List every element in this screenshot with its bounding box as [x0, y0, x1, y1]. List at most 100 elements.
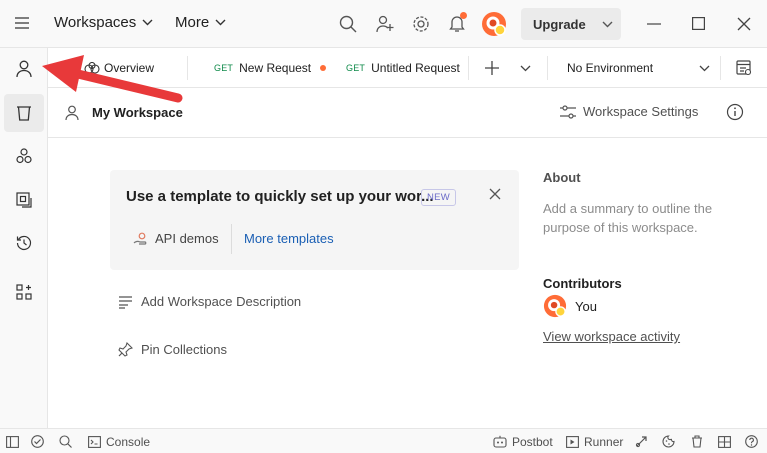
close-window-icon[interactable] [737, 17, 751, 31]
workspace-settings-label: Workspace Settings [583, 104, 699, 119]
unsaved-changes-dot [320, 65, 327, 71]
workspace-header: My Workspace Workspace Settings [48, 88, 767, 138]
sidebar-configure-button[interactable] [4, 273, 44, 311]
settings-gear-icon[interactable] [412, 15, 430, 33]
workspace-settings-button[interactable]: Workspace Settings [560, 104, 698, 119]
cookies-icon[interactable] [662, 429, 675, 453]
pin-collections-label: Pin Collections [141, 342, 227, 357]
postbot-icon [493, 435, 507, 448]
upgrade-button-label: Upgrade [533, 16, 586, 32]
workspaces-menu[interactable]: Workspaces [54, 14, 153, 31]
tab-overview[interactable]: Overview [84, 48, 154, 88]
postbot-label: Postbot [512, 434, 553, 449]
notifications-bell-icon[interactable] [448, 12, 467, 33]
tab-label: New Request [239, 61, 312, 75]
http-method-badge: GET [346, 63, 366, 73]
new-tab-plus-icon[interactable] [485, 48, 499, 88]
sidebar [0, 48, 48, 428]
sidebar-environments-button[interactable] [4, 181, 44, 219]
pin-collections-button[interactable]: Pin Collections [118, 342, 227, 357]
capture-requests-icon[interactable] [635, 429, 648, 453]
tab-divider [468, 56, 469, 80]
runner-play-icon [566, 435, 579, 448]
maximize-window-icon[interactable] [692, 17, 705, 30]
add-description-label: Add Workspace Description [141, 294, 302, 309]
chevron-down-icon [699, 65, 710, 72]
text-lines-icon [119, 295, 132, 309]
tab-divider [187, 56, 188, 80]
user-icon [16, 60, 32, 78]
console-icon [88, 435, 101, 448]
card-divider [231, 224, 232, 254]
hamburger-menu-icon[interactable] [14, 16, 30, 30]
avatar[interactable] [481, 11, 507, 37]
page-title: My Workspace [92, 105, 183, 120]
invite-user-icon[interactable] [376, 15, 394, 33]
user-icon [65, 105, 79, 121]
environment-selector[interactable]: No Environment [567, 48, 710, 88]
request-tab-bar: Overview GET New Request GET Untitled Re… [48, 48, 767, 88]
tab-overflow-chevron-down-icon[interactable] [520, 48, 531, 88]
chevron-down-icon [215, 19, 226, 26]
console-label: Console [106, 434, 151, 449]
tab-new-request[interactable]: GET New Request [214, 48, 327, 88]
more-templates-link[interactable]: More templates [244, 231, 334, 246]
sidebar-history-button[interactable] [4, 224, 44, 262]
contributor-row: You [543, 294, 597, 318]
info-icon[interactable] [726, 103, 744, 121]
environment-selector-label: No Environment [567, 61, 654, 75]
runner-label: Runner [584, 434, 624, 449]
postman-window: Workspaces More Upgrade Overview GET New… [0, 0, 767, 453]
tab-label: Untitled Request [371, 61, 460, 75]
trash-icon[interactable] [691, 429, 703, 453]
contributor-name: You [575, 298, 597, 314]
close-icon[interactable] [489, 188, 501, 200]
help-question-icon[interactable] [745, 429, 758, 453]
notification-dot [460, 12, 467, 19]
status-bar: Console Postbot Runner [0, 428, 767, 453]
sidebar-apis-button[interactable] [4, 137, 44, 175]
environment-icon [16, 192, 32, 208]
avatar [543, 294, 567, 318]
title-bar: Workspaces More Upgrade [0, 0, 767, 48]
tab-label: Overview [104, 61, 155, 75]
contributors-heading: Contributors [543, 276, 622, 291]
postbot-button[interactable]: Postbot [493, 429, 553, 453]
more-templates-label: More templates [244, 231, 334, 246]
chevron-down-icon [142, 19, 153, 26]
runner-button[interactable]: Runner [566, 429, 623, 453]
upgrade-button[interactable]: Upgrade [521, 8, 621, 40]
environment-quick-look-icon[interactable] [736, 48, 752, 88]
view-workspace-activity-link[interactable]: View workspace activity [543, 329, 680, 344]
template-card: Use a template to quickly set up your wo… [110, 170, 519, 270]
sidebar-profile-button[interactable] [4, 50, 44, 88]
template-card-title: Use a template to quickly set up your wo… [126, 188, 434, 205]
http-method-badge: GET [214, 63, 234, 73]
tab-untitled-request[interactable]: GET Untitled Request [346, 48, 460, 88]
add-workspace-description-button[interactable]: Add Workspace Description [118, 294, 301, 309]
workspace-summary-field[interactable]: Add a summary to outline the purpose of … [543, 199, 713, 237]
api-demos-link[interactable]: API demos [133, 231, 219, 246]
tab-divider [720, 56, 721, 80]
sidebar-collections-button[interactable] [4, 94, 44, 132]
apis-icon [16, 148, 32, 164]
find-search-icon[interactable] [59, 429, 72, 453]
grid-plus-icon [16, 284, 32, 300]
sliders-icon [560, 104, 576, 119]
console-button[interactable]: Console [88, 429, 150, 453]
api-demos-label: API demos [155, 231, 219, 246]
new-badge: NEW [421, 189, 457, 206]
online-status-check-icon[interactable] [31, 429, 44, 453]
chevron-down-icon [602, 21, 613, 28]
hand-icon [133, 232, 147, 245]
toggle-sidebar-icon[interactable] [6, 429, 19, 453]
pin-icon [118, 342, 133, 357]
about-heading: About [543, 170, 581, 185]
search-icon[interactable] [339, 15, 357, 33]
more-menu-label: More [175, 14, 210, 31]
workspace-overview-icon [84, 62, 100, 74]
trash-bin-icon [17, 106, 31, 121]
two-pane-view-icon[interactable] [718, 429, 731, 453]
minimize-window-icon[interactable] [647, 23, 661, 25]
more-menu[interactable]: More [175, 14, 226, 31]
